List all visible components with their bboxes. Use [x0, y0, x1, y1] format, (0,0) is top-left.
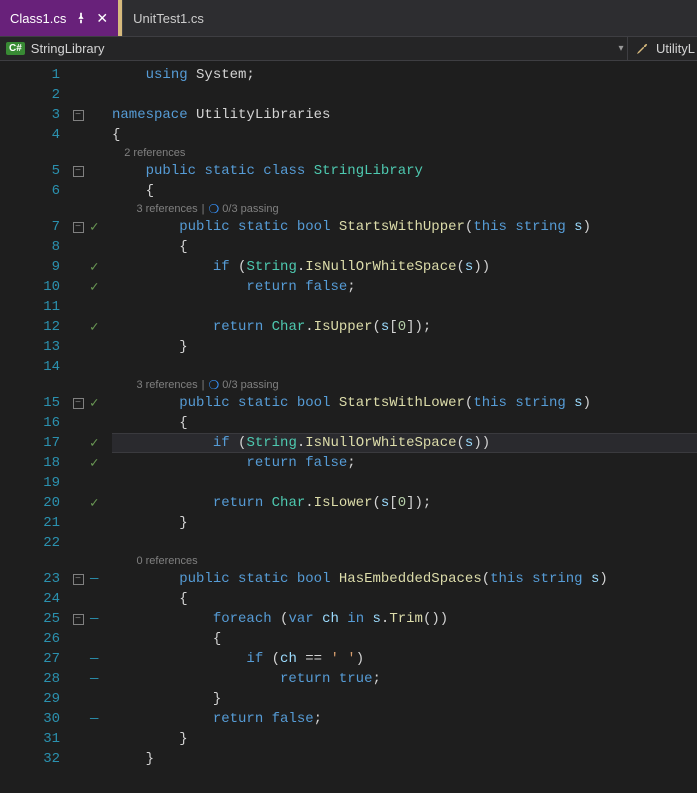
fold-toggle-icon[interactable]: − [73, 398, 84, 409]
fold-toggle-icon[interactable]: − [73, 166, 84, 177]
code-line: if (ch == ' ') [112, 649, 697, 669]
wrench-icon [634, 41, 650, 57]
code-line [112, 297, 697, 317]
code-line: return true; [112, 669, 697, 689]
test-pass-icon: ✓ [90, 435, 98, 452]
nav-right-label: UtilityL [656, 41, 695, 56]
code-line: using System; [112, 65, 697, 85]
code-line: } [112, 337, 697, 357]
codelens[interactable]: 0 references [112, 553, 697, 569]
code-line: { [112, 181, 697, 201]
code-line: if (String.IsNullOrWhiteSpace(s)) [112, 257, 697, 277]
test-pass-icon: ✓ [90, 495, 98, 512]
code-line: public static bool HasEmbeddedSpaces(thi… [112, 569, 697, 589]
code-line: return false; [112, 453, 697, 473]
code-line [112, 533, 697, 553]
code-line: foreach (var ch in s.Trim()) [112, 609, 697, 629]
tab-label: Class1.cs [10, 11, 66, 26]
code-text-area[interactable]: using System; namespace UtilityLibraries… [112, 61, 697, 793]
test-status-icon: ❍ [208, 202, 219, 216]
fold-toggle-icon[interactable]: − [73, 222, 84, 233]
code-editor[interactable]: 1 2 3 4 5 6 7 8 9 10 11 12 13 14 15 16 1… [0, 61, 697, 793]
test-pass-icon: ✓ [90, 279, 98, 296]
code-line: public static class StringLibrary [112, 161, 697, 181]
test-pass-icon: ✓ [90, 219, 98, 236]
code-line: { [112, 629, 697, 649]
code-line [112, 85, 697, 105]
code-line: { [112, 237, 697, 257]
no-coverage-icon: — [90, 571, 98, 587]
fold-toggle-icon[interactable]: − [73, 574, 84, 585]
code-line: { [112, 589, 697, 609]
codelens[interactable]: 3 references|❍ 0/3 passing [112, 377, 697, 393]
nav-left-dropdown[interactable]: C# StringLibrary [0, 37, 615, 60]
test-status-icon: ❍ [208, 378, 219, 392]
tab-label: UnitTest1.cs [133, 11, 204, 26]
navigation-bar: C# StringLibrary ▾ UtilityL [0, 37, 697, 61]
code-line: return false; [112, 709, 697, 729]
test-pass-icon: ✓ [90, 395, 98, 412]
tab-unittest1[interactable]: UnitTest1.cs [122, 0, 214, 36]
fold-column: − − − − − − [68, 61, 88, 793]
nav-right-dropdown[interactable]: UtilityL [627, 37, 697, 60]
code-line: namespace UtilityLibraries [112, 105, 697, 125]
chevron-down-icon[interactable]: ▾ [615, 43, 627, 54]
test-pass-icon: ✓ [90, 259, 98, 276]
close-icon[interactable]: ✕ [96, 11, 108, 25]
fold-toggle-icon[interactable]: − [73, 110, 84, 121]
test-pass-icon: ✓ [90, 319, 98, 336]
code-line [112, 473, 697, 493]
nav-left-label: StringLibrary [31, 41, 105, 56]
no-coverage-icon: — [90, 671, 98, 687]
code-line: return false; [112, 277, 697, 297]
code-line: if (String.IsNullOrWhiteSpace(s)) [112, 433, 697, 453]
code-line: } [112, 513, 697, 533]
no-coverage-icon: — [90, 611, 98, 627]
line-numbers: 1 2 3 4 5 6 7 8 9 10 11 12 13 14 15 16 1… [0, 61, 68, 793]
no-coverage-icon: — [90, 651, 98, 667]
tabs-bar: Class1.cs ✕ UnitTest1.cs [0, 0, 697, 37]
code-line: } [112, 729, 697, 749]
code-line: } [112, 689, 697, 709]
codelens[interactable]: 2 references [112, 145, 697, 161]
marker-column: ✓ ✓ ✓ ✓ ✓ ✓ ✓ ✓ — — — — — [88, 61, 112, 793]
code-line: } [112, 749, 697, 769]
code-line: public static bool StartsWithUpper(this … [112, 217, 697, 237]
code-line: return Char.IsLower(s[0]); [112, 493, 697, 513]
tab-class1[interactable]: Class1.cs ✕ [0, 0, 118, 36]
csharp-badge-icon: C# [6, 42, 25, 55]
code-line: { [112, 125, 697, 145]
codelens[interactable]: 3 references|❍ 0/3 passing [112, 201, 697, 217]
test-pass-icon: ✓ [90, 455, 98, 472]
code-line: return Char.IsUpper(s[0]); [112, 317, 697, 337]
fold-toggle-icon[interactable]: − [73, 614, 84, 625]
code-line: public static bool StartsWithLower(this … [112, 393, 697, 413]
code-line [112, 357, 697, 377]
no-coverage-icon: — [90, 711, 98, 727]
code-line: { [112, 413, 697, 433]
pin-icon[interactable] [74, 11, 88, 25]
